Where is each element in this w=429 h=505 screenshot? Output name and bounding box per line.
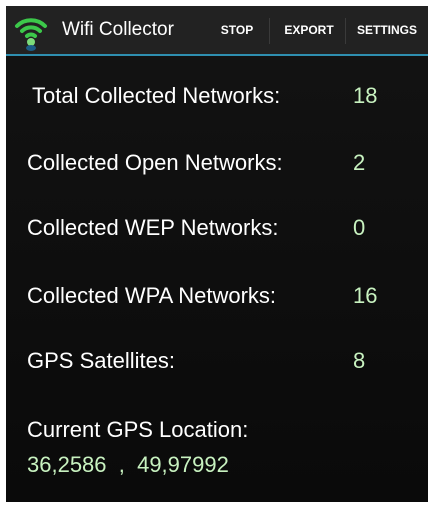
stop-button[interactable]: STOP — [212, 6, 262, 54]
action-divider — [269, 18, 270, 44]
gps-location-label: Current GPS Location: — [27, 417, 249, 442]
gps-coordinates-value: 36,2586 , 49,97992 — [27, 452, 229, 477]
wep-networks-label: Collected WEP Networks: — [27, 215, 279, 240]
open-networks-value: 2 — [353, 150, 366, 175]
wpa-networks-label: Collected WPA Networks: — [27, 283, 277, 308]
app-title: Wifi Collector — [62, 19, 174, 40]
export-button[interactable]: EXPORT — [276, 6, 342, 54]
gps-satellites-label: GPS Satellites: — [27, 348, 175, 373]
app-screen: Wifi Collector STOP EXPORT SETTINGS Tota… — [6, 6, 428, 502]
open-networks-label: Collected Open Networks: — [27, 150, 283, 175]
action-bar: Wifi Collector STOP EXPORT SETTINGS — [6, 6, 428, 56]
wpa-networks-value: 16 — [353, 283, 378, 308]
total-networks-value: 18 — [353, 83, 378, 108]
settings-button[interactable]: SETTINGS — [346, 6, 428, 54]
gps-satellites-value: 8 — [353, 348, 366, 373]
wep-networks-value: 0 — [353, 215, 366, 240]
wifi-icon[interactable] — [14, 12, 48, 52]
total-networks-label: Total Collected Networks: — [32, 83, 281, 108]
